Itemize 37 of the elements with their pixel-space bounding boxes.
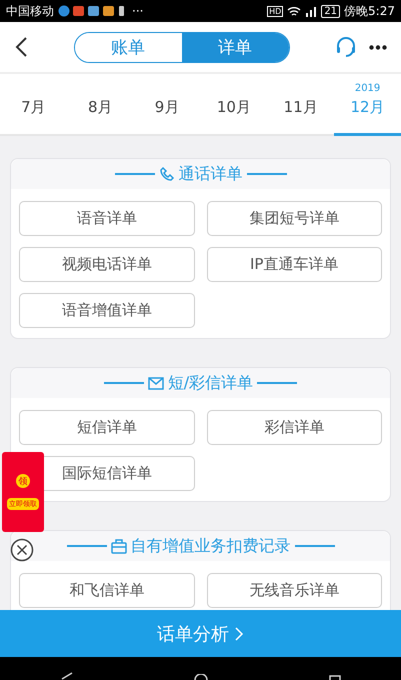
month-tab[interactable]: 10月 — [200, 74, 268, 136]
back-nav-icon[interactable] — [60, 672, 74, 680]
detail-button[interactable]: 无线音乐详单 — [206, 573, 382, 608]
detail-button[interactable]: 语音增值详单 — [19, 293, 194, 328]
month-tab[interactable]: 11月 — [267, 74, 334, 136]
chevron-icon — [235, 626, 244, 640]
month-tab[interactable]: 9月 — [134, 74, 200, 136]
back-icon[interactable] — [14, 36, 28, 58]
wifi-icon — [287, 6, 302, 16]
section-title: 通话详单 — [178, 164, 242, 184]
phone-icon — [158, 166, 174, 182]
detail-button[interactable]: 视频电话详单 — [19, 247, 194, 282]
month-tab[interactable]: 7月 — [0, 74, 67, 136]
mail-icon — [148, 376, 164, 390]
headset-icon[interactable] — [335, 36, 357, 58]
section-title: 自有增值业务扣费记录 — [130, 536, 290, 556]
year-label: 2019 — [354, 83, 380, 94]
carrier-name: 中国移动 — [6, 2, 54, 20]
detail-button[interactable]: 短信详单 — [19, 410, 194, 445]
hd-badge: HD — [267, 6, 284, 16]
detail-button[interactable]: 和飞信详单 — [19, 573, 194, 608]
battery-level: 21 — [321, 4, 340, 18]
signal-icon — [305, 6, 318, 16]
home-nav-icon[interactable] — [194, 674, 208, 680]
detail-button[interactable]: 集团短号详单 — [206, 201, 382, 236]
close-icon[interactable] — [10, 538, 34, 562]
detail-button[interactable]: IP直通车详单 — [206, 247, 382, 282]
more-icon[interactable] — [369, 44, 387, 50]
recent-nav-icon[interactable] — [328, 675, 341, 680]
month-tab[interactable]: 8月 — [66, 74, 134, 136]
detail-button[interactable]: 彩信详单 — [206, 410, 382, 445]
detail-button[interactable]: 语音详单 — [19, 201, 194, 236]
section-title: 短/彩信详单 — [168, 372, 254, 394]
more-notifications: ··· — [132, 4, 144, 18]
clock-time: 傍晚5:27 — [344, 2, 395, 20]
envelope-badge: 领 — [16, 474, 30, 488]
bag-icon — [110, 538, 126, 554]
